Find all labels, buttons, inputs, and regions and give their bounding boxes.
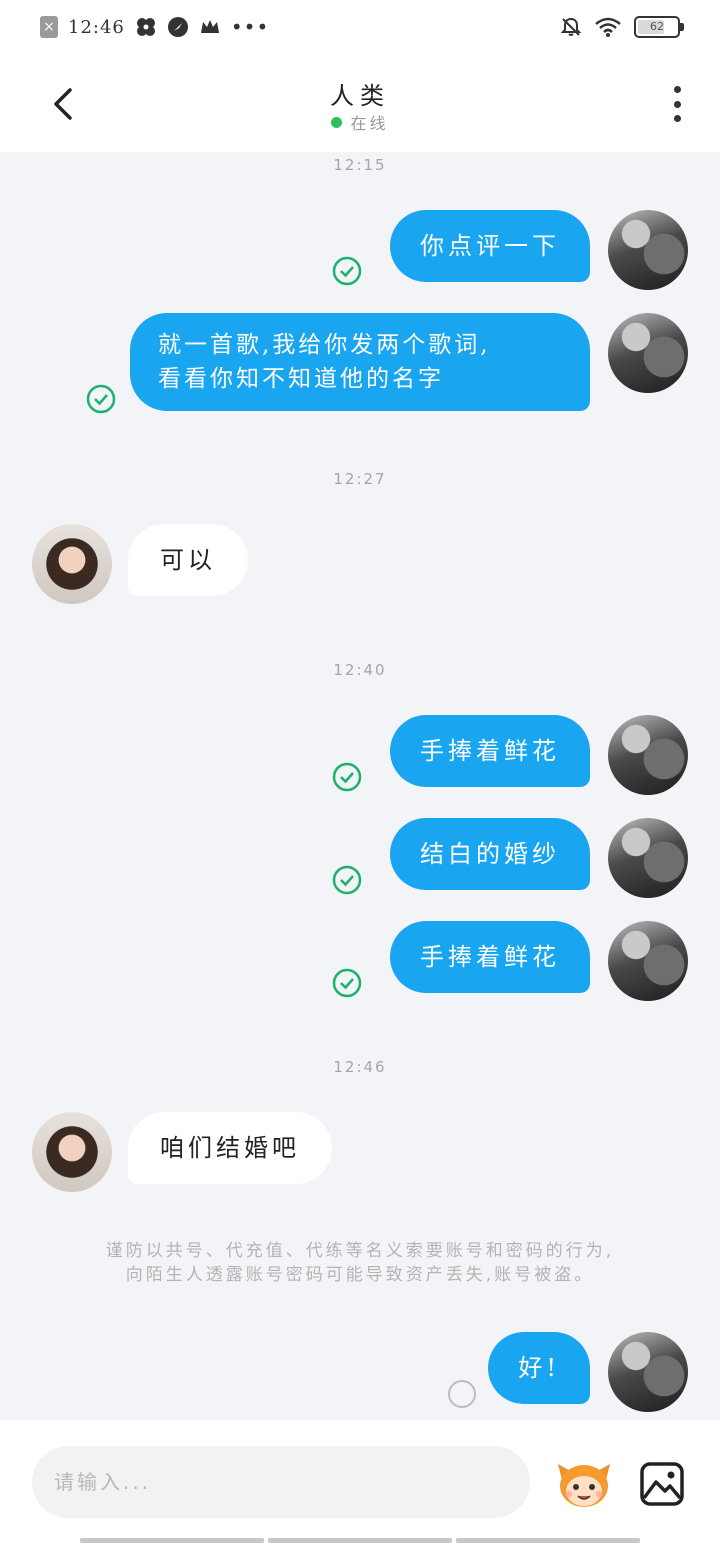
warning-line: 向陌生人透露账号密码可能导致资产丢失,账号被盗。	[125, 1265, 595, 1285]
chat-header: 人类 在线	[0, 56, 720, 152]
online-status-label: 在线	[350, 114, 389, 133]
bell-muted-icon	[560, 17, 582, 36]
message-bubble[interactable]: 你点评一下	[390, 210, 590, 282]
sending-spinner-icon	[448, 1380, 476, 1408]
message-input[interactable]	[32, 1446, 530, 1518]
message-bubble[interactable]: 手捧着鲜花	[390, 715, 590, 787]
my-avatar[interactable]	[608, 1332, 688, 1412]
online-status: 在线	[0, 110, 720, 134]
message-row-sent: 手捧着鲜花	[0, 921, 720, 1001]
delivered-check-icon	[332, 968, 362, 998]
message-bubble[interactable]: 可以	[128, 524, 248, 596]
contact-name: 人类	[330, 82, 390, 110]
wifi-icon	[595, 17, 621, 37]
status-bar-right: 62	[560, 16, 684, 38]
battery-level: 62	[650, 20, 664, 33]
my-avatar[interactable]	[608, 715, 688, 795]
message-row-sent: 手捧着鲜花	[0, 715, 720, 795]
more-dots-icon: •••	[230, 15, 270, 39]
timestamp: 12:40	[333, 661, 387, 679]
status-bar-left: × 12:46 •••	[40, 16, 269, 38]
warning-line: 谨防以共号、代充值、代练等名义索要账号和密码的行为,	[105, 1241, 615, 1261]
delivered-check-icon	[332, 865, 362, 895]
message-bubble[interactable]: 就一首歌,我给你发两个歌词, 看看你知不知道他的名字	[130, 313, 590, 411]
my-avatar[interactable]	[608, 921, 688, 1001]
my-avatar[interactable]	[608, 313, 688, 393]
delivered-check-icon	[86, 384, 116, 414]
message-line: 看看你知不知道他的名字	[158, 366, 444, 392]
contact-avatar[interactable]	[32, 524, 112, 604]
delivered-check-icon	[332, 256, 362, 286]
timestamp: 12:15	[333, 156, 387, 174]
message-row-received: 咱们结婚吧	[0, 1112, 720, 1192]
message-bubble[interactable]: 结白的婚纱	[390, 818, 590, 890]
mascot-emoji-icon[interactable]	[554, 1458, 614, 1510]
my-avatar[interactable]	[608, 210, 688, 290]
battery-icon: 62	[634, 16, 684, 38]
contact-avatar[interactable]	[32, 1112, 112, 1192]
close-notification-icon: ×	[40, 16, 58, 38]
message-line: 就一首歌,我给你发两个歌词,	[158, 332, 491, 358]
navigation-icon	[167, 17, 188, 37]
delivered-check-icon	[332, 762, 362, 792]
timestamp: 12:27	[333, 470, 387, 488]
pinwheel-icon	[136, 18, 155, 36]
status-time: 12:46	[68, 16, 125, 38]
vertical-dots-icon[interactable]	[674, 86, 682, 122]
message-row-sent: 好!	[0, 1332, 720, 1412]
message-bubble[interactable]: 好!	[488, 1332, 590, 1404]
message-bubble[interactable]: 手捧着鲜花	[390, 921, 590, 993]
message-bubble[interactable]: 咱们结婚吧	[128, 1112, 332, 1184]
online-dot-icon	[331, 117, 343, 128]
image-gallery-icon[interactable]	[638, 1460, 686, 1508]
status-bar: × 12:46 ••• 62	[0, 0, 720, 56]
crown-icon	[200, 20, 219, 33]
message-row-sent: 就一首歌,我给你发两个歌词, 看看你知不知道他的名字	[0, 313, 720, 414]
message-list[interactable]: 12:15 你点评一下 就一首歌,我给你发两个歌词, 看看你知不知道他的名字 1…	[0, 152, 720, 1420]
message-row-received: 可以	[0, 524, 720, 604]
timestamp: 12:46	[333, 1058, 387, 1076]
gesture-bar	[80, 1538, 640, 1543]
security-warning: 谨防以共号、代充值、代练等名义索要账号和密码的行为, 向陌生人透露账号密码可能导…	[40, 1239, 680, 1287]
message-row-sent: 你点评一下	[0, 210, 720, 290]
message-row-sent: 结白的婚纱	[0, 818, 720, 898]
input-bar	[0, 1420, 720, 1544]
my-avatar[interactable]	[608, 818, 688, 898]
